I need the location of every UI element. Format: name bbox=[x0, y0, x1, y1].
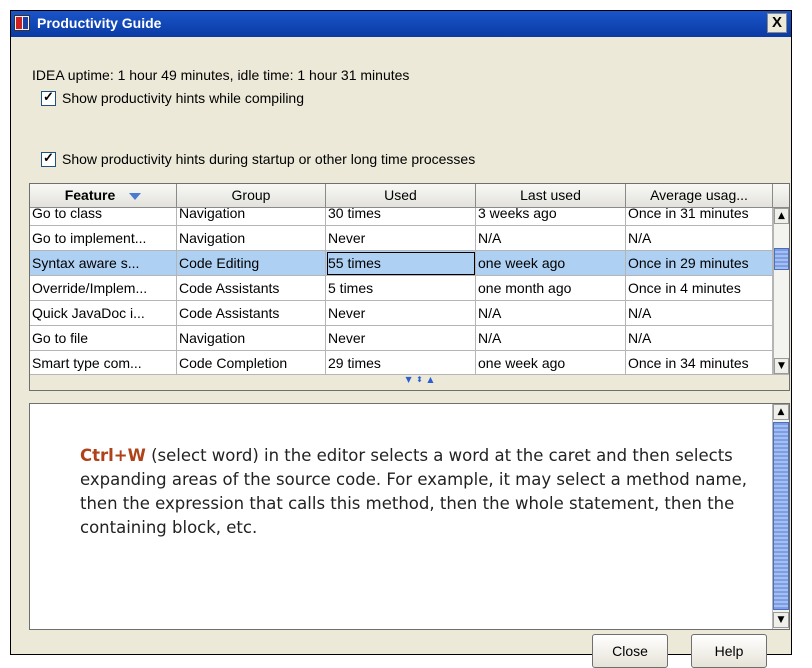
compile-hints-option[interactable]: ✓ Show productivity hints while compilin… bbox=[41, 88, 304, 106]
average-usage-cell[interactable]: Once in 4 minutes bbox=[626, 276, 773, 301]
feature-cell[interactable]: Override/Implem... bbox=[30, 276, 177, 301]
feature-cell[interactable]: Go to file bbox=[30, 326, 177, 351]
average-usage-cell[interactable]: N/A bbox=[626, 301, 773, 326]
feature-cell[interactable]: Go to implement... bbox=[30, 226, 177, 251]
used-cell[interactable]: 29 times bbox=[326, 351, 476, 374]
average-usage-cell[interactable]: N/A bbox=[626, 326, 773, 351]
compile-hints-checkbox[interactable]: ✓ bbox=[41, 88, 56, 106]
feature-cell[interactable]: Go to class bbox=[30, 208, 177, 226]
hint-body: (select word) in the editor selects a wo… bbox=[80, 446, 747, 537]
close-window-button[interactable]: X bbox=[767, 13, 787, 33]
table-row[interactable]: Quick JavaDoc i... Code Assistants Never… bbox=[30, 301, 773, 326]
table-scrollbar[interactable]: ▲ ▼ bbox=[773, 208, 789, 374]
title-bar[interactable]: Productivity Guide X bbox=[11, 11, 791, 37]
scroll-up-arrow-icon[interactable]: ▲ bbox=[773, 404, 789, 420]
average-usage-cell[interactable]: Once in 31 minutes bbox=[626, 208, 773, 226]
help-button[interactable]: Help bbox=[691, 634, 767, 668]
startup-hints-option[interactable]: ✓ Show productivity hints during startup… bbox=[41, 149, 476, 167]
column-header-group[interactable]: Group bbox=[177, 184, 326, 208]
table-header: Feature Group Used Last used Average usa… bbox=[30, 184, 773, 208]
table-row[interactable]: Smart type com... Code Completion 29 tim… bbox=[30, 351, 773, 374]
window-title: Productivity Guide bbox=[37, 15, 162, 31]
last-used-cell[interactable]: N/A bbox=[476, 226, 626, 251]
last-used-cell[interactable]: 3 weeks ago bbox=[476, 208, 626, 226]
pane-splitter[interactable]: ▼ ⬍ ▲ bbox=[30, 374, 789, 390]
sort-descending-icon bbox=[129, 192, 142, 200]
column-header-feature[interactable]: Feature bbox=[30, 184, 177, 208]
last-used-cell[interactable]: one week ago bbox=[476, 351, 626, 374]
used-cell[interactable]: Never bbox=[326, 226, 476, 251]
column-header-used[interactable]: Used bbox=[326, 184, 476, 208]
column-header-last-used[interactable]: Last used bbox=[476, 184, 626, 208]
used-cell-focused[interactable]: 55 times bbox=[326, 251, 476, 276]
used-cell[interactable]: Never bbox=[326, 301, 476, 326]
used-cell[interactable]: 5 times bbox=[326, 276, 476, 301]
features-table: Feature Group Used Last used Average usa… bbox=[29, 183, 790, 391]
checkmark-icon: ✓ bbox=[43, 88, 54, 104]
table-row[interactable]: Go to file Navigation Never N/A N/A bbox=[30, 326, 773, 351]
feature-cell[interactable]: Smart type com... bbox=[30, 351, 177, 374]
group-cell[interactable]: Code Assistants bbox=[177, 301, 326, 326]
table-row[interactable]: Go to implement... Navigation Never N/A … bbox=[30, 226, 773, 251]
checkmark-icon: ✓ bbox=[43, 149, 54, 165]
table-body: Go to class Navigation 30 times 3 weeks … bbox=[30, 208, 773, 374]
table-row[interactable]: Override/Implem... Code Assistants 5 tim… bbox=[30, 276, 773, 301]
table-scroll-thumb[interactable] bbox=[774, 248, 789, 270]
column-header-average-usage[interactable]: Average usag... bbox=[626, 184, 773, 208]
average-usage-cell[interactable]: Once in 29 minutes bbox=[626, 251, 773, 276]
close-button[interactable]: Close bbox=[592, 634, 668, 668]
productivity-guide-dialog: Productivity Guide X IDEA uptime: 1 hour… bbox=[10, 10, 792, 668]
average-usage-cell[interactable]: N/A bbox=[626, 226, 773, 251]
feature-cell[interactable]: Quick JavaDoc i... bbox=[30, 301, 177, 326]
hint-scroll-thumb[interactable] bbox=[773, 422, 789, 610]
group-cell[interactable]: Navigation bbox=[177, 226, 326, 251]
last-used-cell[interactable]: N/A bbox=[476, 301, 626, 326]
hint-pane: Ctrl+W (select word) in the editor selec… bbox=[29, 403, 790, 630]
startup-hints-checkbox[interactable]: ✓ bbox=[41, 149, 56, 167]
startup-hints-label: Show productivity hints during startup o… bbox=[62, 151, 476, 167]
compile-hints-label: Show productivity hints while compiling bbox=[62, 90, 304, 106]
last-used-cell[interactable]: N/A bbox=[476, 326, 626, 351]
shortcut-key: Ctrl+W bbox=[80, 446, 146, 465]
used-cell[interactable]: Never bbox=[326, 326, 476, 351]
average-usage-cell[interactable]: Once in 34 minutes bbox=[626, 351, 773, 374]
group-cell[interactable]: Code Completion bbox=[177, 351, 326, 374]
used-cell[interactable]: 30 times bbox=[326, 208, 476, 226]
feature-cell[interactable]: Syntax aware s... bbox=[30, 251, 177, 276]
table-row[interactable]: Go to class Navigation 30 times 3 weeks … bbox=[30, 208, 773, 226]
uptime-label: IDEA uptime: 1 hour 49 minutes, idle tim… bbox=[32, 67, 410, 83]
hint-text: Ctrl+W (select word) in the editor selec… bbox=[80, 444, 750, 540]
scroll-down-arrow-icon[interactable]: ▼ bbox=[774, 358, 789, 374]
scroll-down-arrow-icon[interactable]: ▼ bbox=[773, 612, 789, 628]
header-corner bbox=[773, 184, 789, 208]
splitter-grip-icon[interactable]: ▼ ⬍ ▲ bbox=[340, 376, 500, 384]
intellij-idea-icon bbox=[14, 15, 30, 31]
last-used-cell[interactable]: one month ago bbox=[476, 276, 626, 301]
table-row-selected[interactable]: Syntax aware s... Code Editing 55 times … bbox=[30, 251, 773, 276]
scroll-up-arrow-icon[interactable]: ▲ bbox=[774, 208, 789, 224]
screenshot-frame: Productivity Guide X IDEA uptime: 1 hour… bbox=[0, 0, 812, 668]
group-cell[interactable]: Navigation bbox=[177, 208, 326, 226]
group-cell[interactable]: Code Assistants bbox=[177, 276, 326, 301]
column-header-label: Feature bbox=[64, 187, 116, 203]
hint-scrollbar[interactable]: ▲ ▼ bbox=[772, 404, 789, 629]
group-cell[interactable]: Code Editing bbox=[177, 251, 326, 276]
group-cell[interactable]: Navigation bbox=[177, 326, 326, 351]
last-used-cell[interactable]: one week ago bbox=[476, 251, 626, 276]
